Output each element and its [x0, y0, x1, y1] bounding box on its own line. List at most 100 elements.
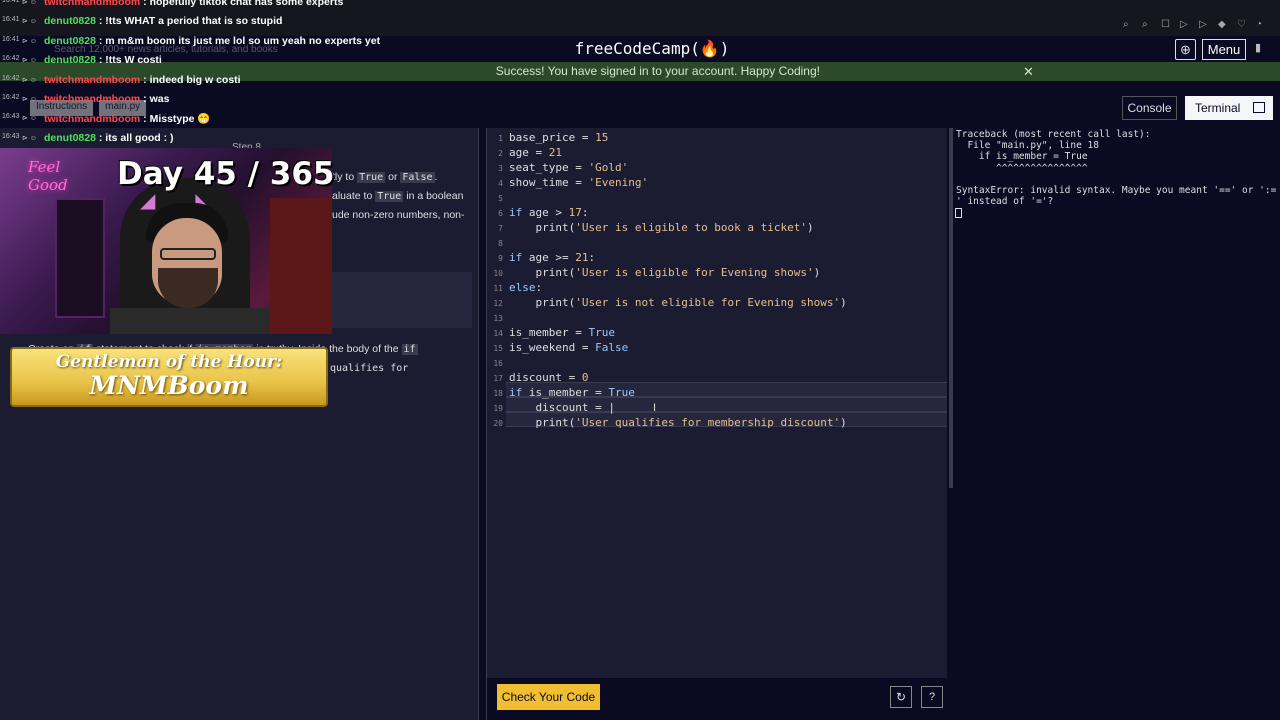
- code-line[interactable]: show_time = 'Evening': [509, 175, 648, 190]
- stream-chat-overlay: 16:41 ⊳ ☺ twitchmandmboom : hopefully tikt…: [0, 0, 400, 148]
- code-token: True: [608, 386, 635, 399]
- code-token: :: [588, 251, 596, 264]
- line-number: 15: [493, 344, 503, 353]
- code-line[interactable]: print('User is not eligible for Evening …: [509, 295, 847, 310]
- user-icon[interactable]: ◔: [1256, 19, 1266, 30]
- code-line[interactable]: print('User is eligible to book a ticket…: [509, 220, 814, 235]
- instructions-description: tly to True or False. aluate to True in …: [332, 168, 478, 224]
- extension-icon[interactable]: ▷: [1199, 19, 1209, 30]
- code-token: 15: [595, 131, 609, 144]
- neon-sign: Feel Good: [28, 158, 68, 194]
- code-line[interactable]: if age >= 21:: [509, 250, 595, 265]
- terminal-line: if is_member = True: [956, 151, 1088, 163]
- check-code-button[interactable]: Check Your Code: [497, 684, 600, 710]
- code-line[interactable]: if age > 17:: [509, 205, 588, 220]
- code-line[interactable]: seat_type = 'Gold': [509, 160, 628, 175]
- code-token: discount =: [509, 371, 582, 384]
- code-line[interactable]: discount = 0: [509, 370, 588, 385]
- chat-message: 16:41 ⊳ ☺ denut0828 : m m&m boom its just …: [0, 33, 400, 52]
- platform-icon: ⊳ ☺: [22, 57, 37, 65]
- code-editor[interactable]: 1 base_price = 15 2 age = 21 3 seat_type = 'G…: [487, 128, 953, 678]
- window-icon: [1253, 102, 1265, 113]
- day-counter: Day 45 / 365: [117, 156, 335, 192]
- chat-message: 16:42 ⊳ ☺ twitchmandmboom : indeed big w c…: [0, 72, 400, 91]
- code-token: age >: [522, 206, 569, 219]
- banner-title: Gentleman of the Hour:: [55, 352, 283, 372]
- code-line[interactable]: discount = |: [509, 400, 614, 415]
- chat-text: : !tts W costi: [95, 54, 162, 67]
- chat-username: denut0828: [44, 54, 96, 67]
- code-line[interactable]: else:: [509, 280, 542, 295]
- terminal-output[interactable]: Traceback (most recent call last): File …: [953, 128, 1280, 720]
- pane-resizer[interactable]: [478, 128, 487, 720]
- code-line[interactable]: print('User is eligible for Evening show…: [509, 265, 820, 280]
- code-token: False: [595, 341, 629, 354]
- platform-icon: ⊳ ☺: [22, 76, 37, 84]
- chat-text: : Misstype 😁: [140, 113, 211, 126]
- chat-body: denut0828 : !tts W costi: [44, 54, 162, 66]
- background-decor: [270, 198, 332, 334]
- language-button[interactable]: ⊕: [1175, 39, 1196, 60]
- code-line[interactable]: age = 21: [509, 145, 562, 160]
- shelf: [55, 198, 105, 318]
- shield-icon[interactable]: ◆: [1218, 19, 1228, 30]
- chat-username: twitchmandmboom: [44, 0, 141, 8]
- extension-menu-icon[interactable]: ▮: [1255, 41, 1271, 57]
- globe-icon: ⊕: [1180, 41, 1191, 57]
- line-number: 3: [498, 164, 503, 173]
- line-number: 17: [493, 374, 503, 383]
- shirt: [110, 308, 270, 334]
- translate-icon[interactable]: ⌕: [1142, 19, 1152, 30]
- desc-text: .: [434, 171, 438, 183]
- bookmark-icon[interactable]: ☐: [1161, 19, 1171, 30]
- code-false: False: [400, 172, 435, 183]
- chat-username: twitchmandmboom: [44, 93, 141, 105]
- desc-text: tly to: [332, 171, 355, 183]
- code-line[interactable]: is_member = True: [509, 325, 615, 340]
- chat-body: denut0828 : m m&m boom its just me lol s…: [44, 35, 380, 47]
- share-icon[interactable]: ▷: [1180, 19, 1190, 30]
- chat-body: twitchmandmboom : Misstype 😁: [44, 112, 211, 125]
- code-token: base_price =: [509, 131, 596, 144]
- chat-text: : hopefully tiktok chat has some experts: [140, 0, 344, 8]
- code-token: 17: [568, 206, 582, 219]
- banner-name: MNMBoom: [89, 371, 249, 400]
- chat-message: 16:43 ⊳ ☺ twitchmandmboom : Misstype 😁: [0, 110, 400, 129]
- chat-message: 16:42 ⊳ ☺ denut0828 : !tts W costi: [0, 52, 400, 71]
- chat-timestamp: 16:41: [2, 0, 20, 4]
- platform-icon: ⊳ ☺: [22, 0, 37, 6]
- code-line[interactable]: base_price = 15: [509, 130, 608, 145]
- zoom-icon[interactable]: ⌕: [1123, 19, 1133, 30]
- code-token: ): [840, 296, 847, 309]
- chat-body: twitchmandmboom : was: [44, 93, 169, 105]
- chat-username: denut0828: [44, 131, 96, 144]
- chat-username: denut0828: [44, 34, 96, 47]
- code-token: ): [840, 416, 847, 429]
- menu-button[interactable]: Menu: [1202, 39, 1246, 60]
- code-token: :: [581, 206, 589, 219]
- chat-body: twitchmandmboom : indeed big w costi: [44, 74, 241, 86]
- console-button[interactable]: Console: [1122, 96, 1177, 120]
- line-number: 14: [493, 329, 503, 338]
- help-button[interactable]: ?: [921, 686, 943, 708]
- code-line[interactable]: print('User qualifies for membership dis…: [509, 415, 847, 430]
- heart-icon[interactable]: ♡: [1237, 19, 1247, 30]
- reset-button[interactable]: ↻: [890, 686, 912, 708]
- code-token: 'User is eligible to book a ticket': [575, 221, 808, 234]
- line-number: 20: [493, 419, 503, 428]
- code-line[interactable]: is_weekend = False: [509, 340, 628, 355]
- chat-message: 16:43 ⊳ ☺ denut0828 : its all good : ): [0, 130, 400, 149]
- chat-timestamp: 16:42: [2, 94, 20, 101]
- chat-timestamp: 16:43: [2, 132, 20, 140]
- code-token: 'Gold': [588, 161, 629, 174]
- terminal-button[interactable]: Terminal: [1185, 96, 1273, 120]
- code-token: is_member =: [522, 386, 609, 399]
- code-token: ): [807, 221, 814, 234]
- chat-timestamp: 16:43: [2, 113, 20, 121]
- code-line[interactable]: if is_member = True: [509, 385, 635, 400]
- chat-text: : !tts WHAT a period that is so stupid: [95, 15, 283, 28]
- terminal-line: SyntaxError: invalid syntax. Maybe you m…: [956, 184, 1277, 196]
- chat-body: twitchmandmboom : hopefully tiktok chat …: [44, 0, 343, 8]
- close-icon[interactable]: ✕: [1023, 64, 1034, 80]
- chat-timestamp: 16:42: [2, 74, 20, 82]
